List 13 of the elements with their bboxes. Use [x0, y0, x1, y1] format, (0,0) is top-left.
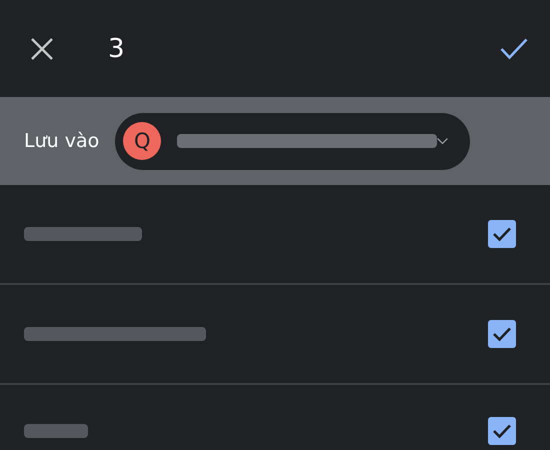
checkbox[interactable]	[488, 320, 516, 348]
caret-icon	[437, 136, 448, 146]
confirm-check-icon[interactable]	[500, 38, 528, 60]
selection-count: 3	[108, 34, 126, 64]
check-icon	[492, 326, 512, 342]
check-icon	[492, 226, 512, 242]
checkbox[interactable]	[488, 220, 516, 248]
check-icon	[492, 423, 512, 439]
checkbox[interactable]	[488, 417, 516, 445]
account-avatar: Q	[123, 122, 162, 160]
account-selector[interactable]: Q	[115, 112, 470, 170]
save-to-label: Lưu vào	[24, 130, 100, 152]
close-icon[interactable]	[31, 38, 53, 60]
